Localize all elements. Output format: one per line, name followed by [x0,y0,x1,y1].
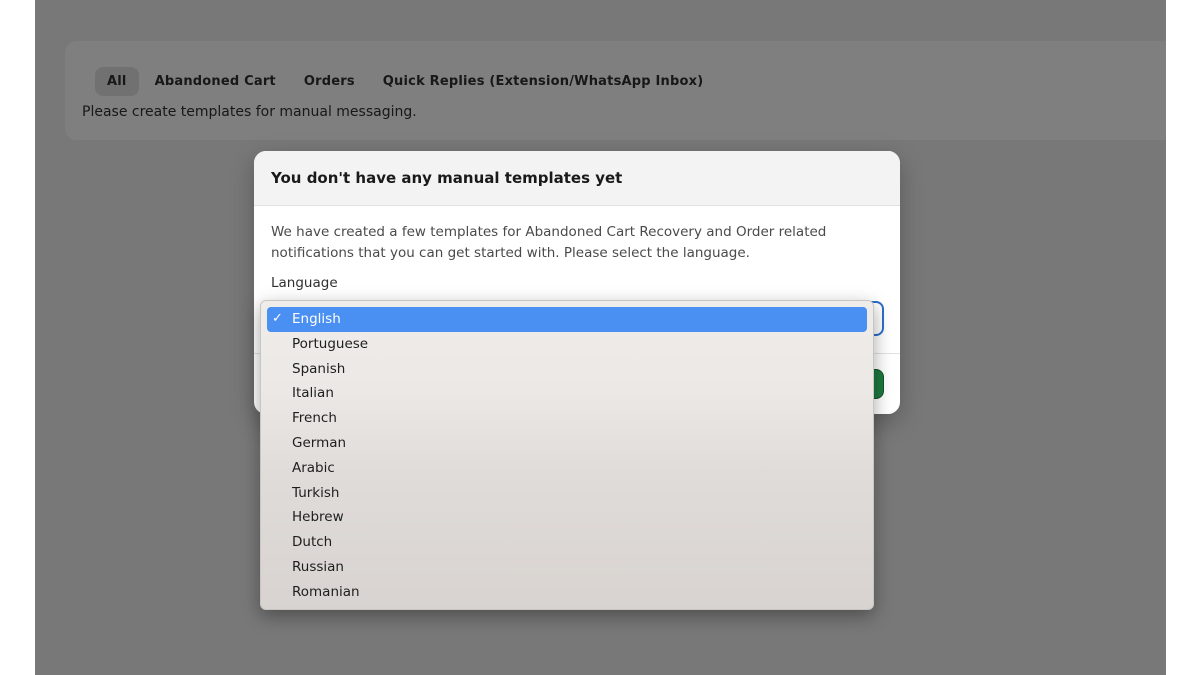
language-option-german[interactable]: German [267,431,867,456]
language-option-label: French [292,410,337,427]
language-option-label: Dutch [292,534,333,551]
language-option-arabic[interactable]: Arabic [267,456,867,481]
modal-title: You don't have any manual templates yet [271,169,623,187]
language-option-turkish[interactable]: Turkish [267,481,867,506]
language-option-spanish[interactable]: Spanish [267,357,867,382]
language-option-label: Spanish [292,360,346,377]
language-option-label: Arabic [292,459,335,476]
language-option-italian[interactable]: Italian [267,381,867,406]
modal-header: You don't have any manual templates yet [254,151,900,206]
modal-body: We have created a few templates for Aban… [254,206,900,291]
language-dropdown-menu[interactable]: ✓ English Portuguese Spanish Italian French Ge… [260,300,874,610]
language-label: Language [271,275,338,291]
language-option-dutch[interactable]: Dutch [267,530,867,555]
language-option-label: Hebrew [292,509,344,526]
language-option-label: Portuguese [292,335,369,352]
language-option-label: English [292,311,341,327]
language-option-romanian[interactable]: Romanian [267,580,867,605]
modal-description: We have created a few templates for Aban… [271,224,827,261]
language-option-label: Turkish [292,484,340,501]
language-option-hebrew[interactable]: Hebrew [267,505,867,530]
language-option-label: Romanian [292,583,360,600]
language-option-french[interactable]: French [267,406,867,431]
language-option-english[interactable]: ✓ English [267,307,867,332]
language-option-label: Italian [292,385,334,402]
language-option-label: German [292,434,347,451]
language-option-russian[interactable]: Russian [267,555,867,580]
language-option-label: Russian [292,558,344,575]
checkmark-icon: ✓ [272,311,283,326]
language-option-portuguese[interactable]: Portuguese [267,332,867,357]
